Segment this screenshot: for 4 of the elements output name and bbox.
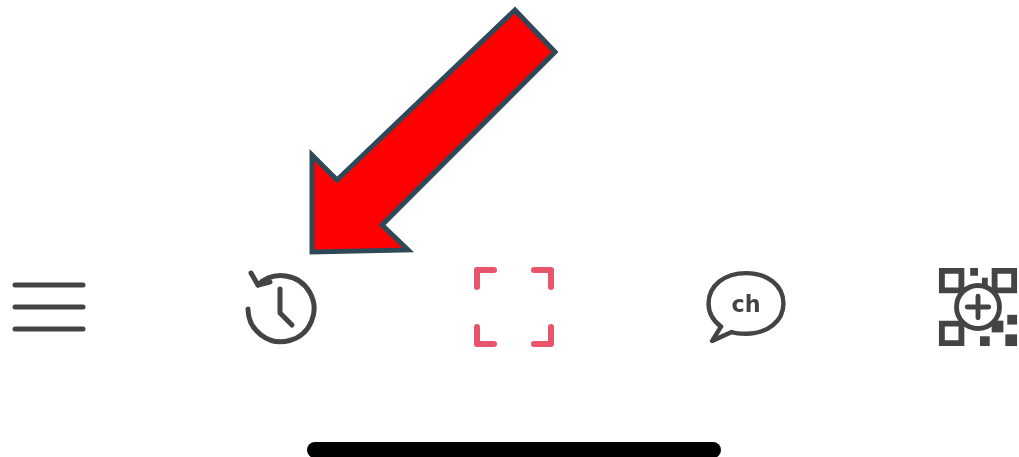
nav-button[interactable]: ch bbox=[704, 262, 787, 352]
chat-label: ch bbox=[731, 291, 761, 318]
qr-add-icon bbox=[937, 265, 1019, 349]
scan-icon bbox=[473, 267, 554, 347]
